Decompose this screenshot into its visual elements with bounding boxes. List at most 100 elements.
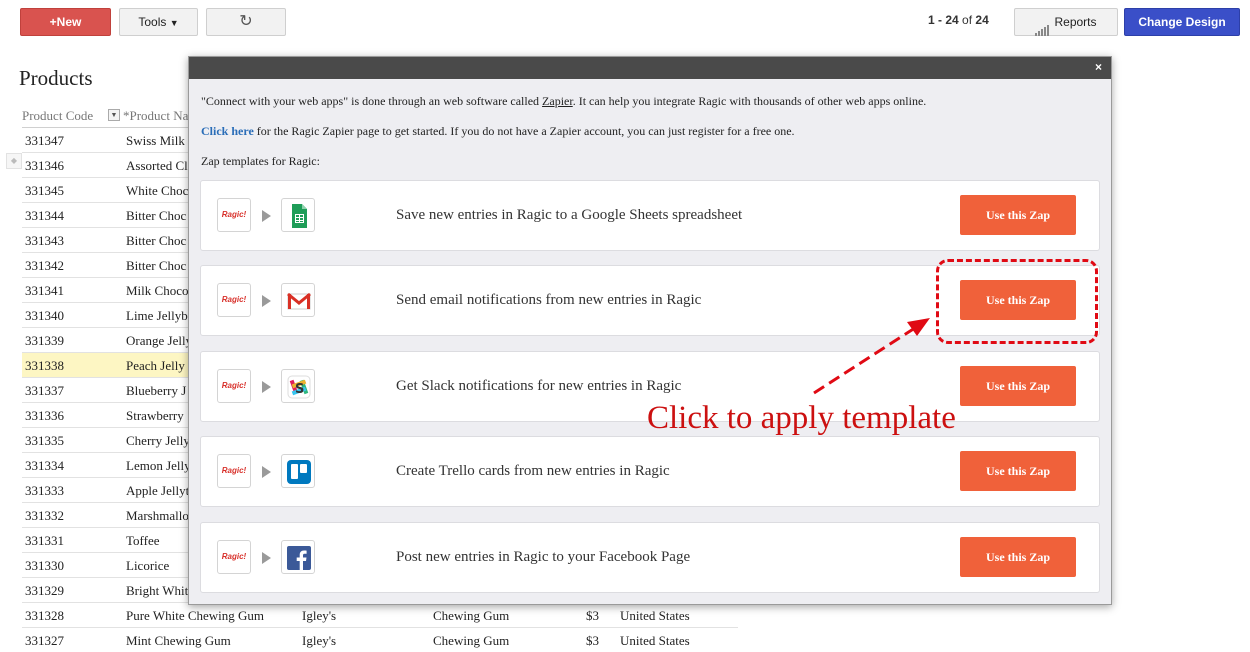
ragic-logo-icon: Ragic!: [217, 369, 251, 403]
zap-template-card: Ragic! Save new entries in Ragic to a Goo…: [200, 180, 1100, 251]
zap-template-card: Ragic! Create Trello cards from new entri…: [200, 436, 1100, 507]
use-this-zap-button[interactable]: Use this Zap: [960, 537, 1076, 577]
arrow-right-icon: [262, 466, 271, 478]
reports-label: Reports: [1054, 15, 1097, 29]
zap-description: Get Slack notifications for new entries …: [396, 378, 682, 394]
cell-product-name: Strawberry: [126, 408, 184, 423]
google-sheets-icon: [281, 198, 315, 232]
use-this-zap-button[interactable]: Use this Zap: [960, 195, 1076, 235]
cell-product-name: White Choc: [126, 183, 189, 198]
new-label: +New: [49, 15, 82, 29]
facebook-icon: [281, 540, 315, 574]
ragic-logo-icon: Ragic!: [217, 540, 251, 574]
reports-button[interactable]: Reports: [1014, 8, 1118, 36]
cell-brand: Igley's: [302, 633, 337, 648]
cell-product-code: 331342: [25, 258, 64, 273]
new-record-button[interactable]: +New: [20, 8, 111, 36]
refresh-icon: ↻: [239, 13, 253, 30]
cell-product-name: Lemon Jelly: [126, 458, 191, 473]
cell-product-name: Bright Whit: [126, 583, 189, 598]
ragic-logo-icon: Ragic!: [217, 283, 251, 317]
intro-text-before: "Connect with your web apps" is done thr…: [201, 94, 543, 108]
cell-product-code: 331329: [25, 583, 64, 598]
zap-description: Save new entries in Ragic to a Google Sh…: [396, 207, 743, 223]
annotation-text: Click to apply template: [647, 400, 956, 436]
cell-product-code: 331343: [25, 233, 64, 248]
cell-product-code: 331347: [25, 133, 64, 148]
cell-product-code: 331345: [25, 183, 64, 198]
cell-product-code: 331331: [25, 533, 64, 548]
cell-product-name: Swiss Milk: [126, 133, 185, 148]
cell-product-name: Apple Jellyt: [126, 483, 190, 498]
cell-product-name: Pure White Chewing Gum: [126, 608, 265, 623]
cell-price: $3: [586, 608, 599, 623]
use-this-zap-button[interactable]: Use this Zap: [960, 366, 1076, 406]
cell-product-code: 331344: [25, 208, 64, 223]
pager-range: 1 - 24: [928, 13, 959, 27]
zap-description: Send email notifications from new entrie…: [396, 292, 702, 308]
ragic-logo-icon: Ragic!: [217, 198, 251, 232]
drag-handle-icon[interactable]: ◆: [6, 153, 22, 169]
pager-info: 1 - 24 of 24: [928, 13, 989, 27]
table-row[interactable]: 331328 Pure White Chewing Gum Igley's Chewi…: [22, 603, 738, 628]
cell-product-name: Mint Chewing Gum: [126, 633, 231, 648]
cell-country: United States: [620, 608, 690, 623]
arrow-right-icon: [262, 295, 271, 307]
cell-category: Chewing Gum: [433, 608, 510, 623]
gmail-icon: [281, 283, 315, 317]
cell-product-code: 331341: [25, 283, 64, 298]
cell-price: $3: [586, 633, 599, 648]
use-this-zap-button[interactable]: Use this Zap: [960, 451, 1076, 491]
filter-dropdown-icon[interactable]: ▼: [108, 109, 120, 121]
change-design-button[interactable]: Change Design: [1124, 8, 1240, 36]
cell-product-name: Toffee: [126, 533, 160, 548]
cell-product-name: Licorice: [126, 558, 170, 573]
cell-category: Chewing Gum: [433, 633, 510, 648]
trello-icon: [281, 454, 315, 488]
cell-product-name: Bitter Choc: [126, 233, 187, 248]
cell-product-code: 331333: [25, 483, 64, 498]
cell-product-code: 331336: [25, 408, 64, 423]
page-title: Products: [19, 66, 93, 90]
zap-description: Create Trello cards from new entries in …: [396, 463, 670, 479]
cell-product-code: 331330: [25, 558, 64, 573]
dialog-header: ×: [189, 57, 1111, 79]
cell-product-code: 331340: [25, 308, 64, 323]
cell-product-name: Assorted Cl: [126, 158, 188, 173]
templates-heading: Zap templates for Ragic:: [201, 154, 320, 168]
tools-menu-button[interactable]: Tools ▼: [119, 8, 198, 36]
change-design-label: Change Design: [1138, 15, 1226, 29]
slack-icon: S: [281, 369, 315, 403]
cell-product-name: Bitter Choc: [126, 258, 187, 273]
cell-product-code: 331335: [25, 433, 64, 448]
cell-product-code: 331338: [25, 358, 64, 373]
table-row[interactable]: 331327 Mint Chewing Gum Igley's Chewing Gum…: [22, 628, 738, 652]
column-header-product-name[interactable]: *Product Na: [123, 108, 188, 124]
zapier-link[interactable]: Zapier: [542, 94, 573, 108]
column-header-product-code[interactable]: Product Code: [22, 108, 93, 124]
intro-text-after: . It can help you integrate Ragic with t…: [572, 94, 927, 108]
cell-product-code: 331337: [25, 383, 64, 398]
click-here-text: Click here for the Ragic Zapier page to …: [201, 124, 795, 139]
ragic-logo-icon: Ragic!: [217, 454, 251, 488]
close-icon[interactable]: ×: [1095, 60, 1102, 74]
intro-text: "Connect with your web apps" is done thr…: [201, 94, 926, 109]
click-here-link[interactable]: Click here: [201, 124, 254, 138]
pager-of: of: [962, 13, 973, 27]
tools-label: Tools: [138, 15, 167, 29]
caret-down-icon: ▼: [169, 18, 179, 28]
cell-brand: Igley's: [302, 608, 337, 623]
click-here-rest: for the Ragic Zapier page to get started…: [253, 124, 795, 138]
cell-country: United States: [620, 633, 690, 648]
arrow-right-icon: [262, 381, 271, 393]
cell-product-name: Milk Choco: [126, 283, 189, 298]
annotation-highlight-box: [936, 259, 1098, 344]
svg-text:S: S: [295, 382, 304, 397]
cell-product-name: Bitter Choc: [126, 208, 187, 223]
refresh-button[interactable]: ↻: [206, 8, 286, 36]
cell-product-name: Marshmallo: [126, 508, 189, 523]
cell-product-code: 331328: [25, 608, 64, 623]
arrow-right-icon: [262, 210, 271, 222]
cell-product-code: 331346: [25, 158, 64, 173]
cell-product-name: Peach Jelly: [126, 358, 185, 373]
